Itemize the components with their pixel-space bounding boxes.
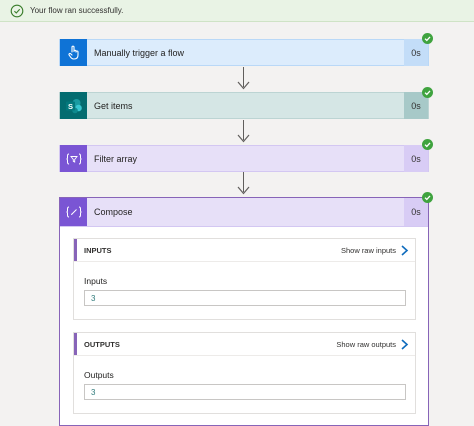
banner-message: Your flow ran successfully. xyxy=(30,6,124,15)
check-circle-icon xyxy=(422,139,433,150)
show-raw-outputs-link[interactable]: Show raw outputs xyxy=(336,340,396,349)
compose-header[interactable]: Compose 0s xyxy=(60,198,428,227)
arrow-down-icon xyxy=(237,186,250,195)
inputs-field-label: Inputs xyxy=(84,276,108,286)
inputs-section-header: INPUTS Show raw inputs xyxy=(74,239,415,262)
compose-icon xyxy=(65,206,82,218)
outputs-header: OUTPUTS xyxy=(84,339,120,349)
chevron-right-icon[interactable] xyxy=(400,244,409,256)
arrow-down-icon xyxy=(237,134,250,143)
filter-icon-box xyxy=(60,145,87,172)
trigger-icon-box xyxy=(60,39,87,66)
step-title: Get items xyxy=(94,100,133,111)
step-title: Manually trigger a flow xyxy=(94,47,185,58)
inputs-section: INPUTS Show raw inputs Inputs 3 xyxy=(73,238,416,320)
svg-text:S: S xyxy=(67,102,72,111)
success-banner: Your flow ran successfully. xyxy=(0,0,474,22)
outputs-section: OUTPUTS Show raw outputs Outputs 3 xyxy=(73,332,416,414)
step-title: Compose xyxy=(94,207,133,217)
sharepoint-icon: S xyxy=(65,98,82,113)
getitems-icon-box: S xyxy=(60,92,87,119)
check-circle-icon xyxy=(422,33,433,44)
inputs-header: INPUTS xyxy=(84,245,112,255)
arrow-down-icon xyxy=(237,81,250,90)
chevron-right-icon[interactable] xyxy=(400,338,409,350)
step-filter-array[interactable]: Filter array 0s xyxy=(59,145,429,172)
check-circle-icon xyxy=(422,87,433,98)
step-title: Filter array xyxy=(94,153,138,164)
show-raw-inputs-link[interactable]: Show raw inputs xyxy=(341,246,396,255)
step-compose: Compose 0s INPUTS Show raw inputs Inputs… xyxy=(59,197,429,426)
inputs-value-field: 3 xyxy=(84,290,406,306)
touch-hand-icon xyxy=(67,45,79,60)
check-circle-icon xyxy=(10,4,24,17)
section-accent-bar xyxy=(74,239,77,261)
outputs-field-label: Outputs xyxy=(84,370,114,380)
step-manually-trigger[interactable]: Manually trigger a flow 0s xyxy=(59,39,429,66)
check-circle-icon xyxy=(422,192,433,203)
step-get-items[interactable]: S Get items 0s xyxy=(59,92,429,119)
filter-array-icon xyxy=(65,153,82,164)
outputs-section-header: OUTPUTS Show raw outputs xyxy=(74,333,415,356)
outputs-value-field: 3 xyxy=(84,384,406,400)
section-accent-bar xyxy=(74,333,77,355)
compose-icon-box xyxy=(60,198,87,226)
